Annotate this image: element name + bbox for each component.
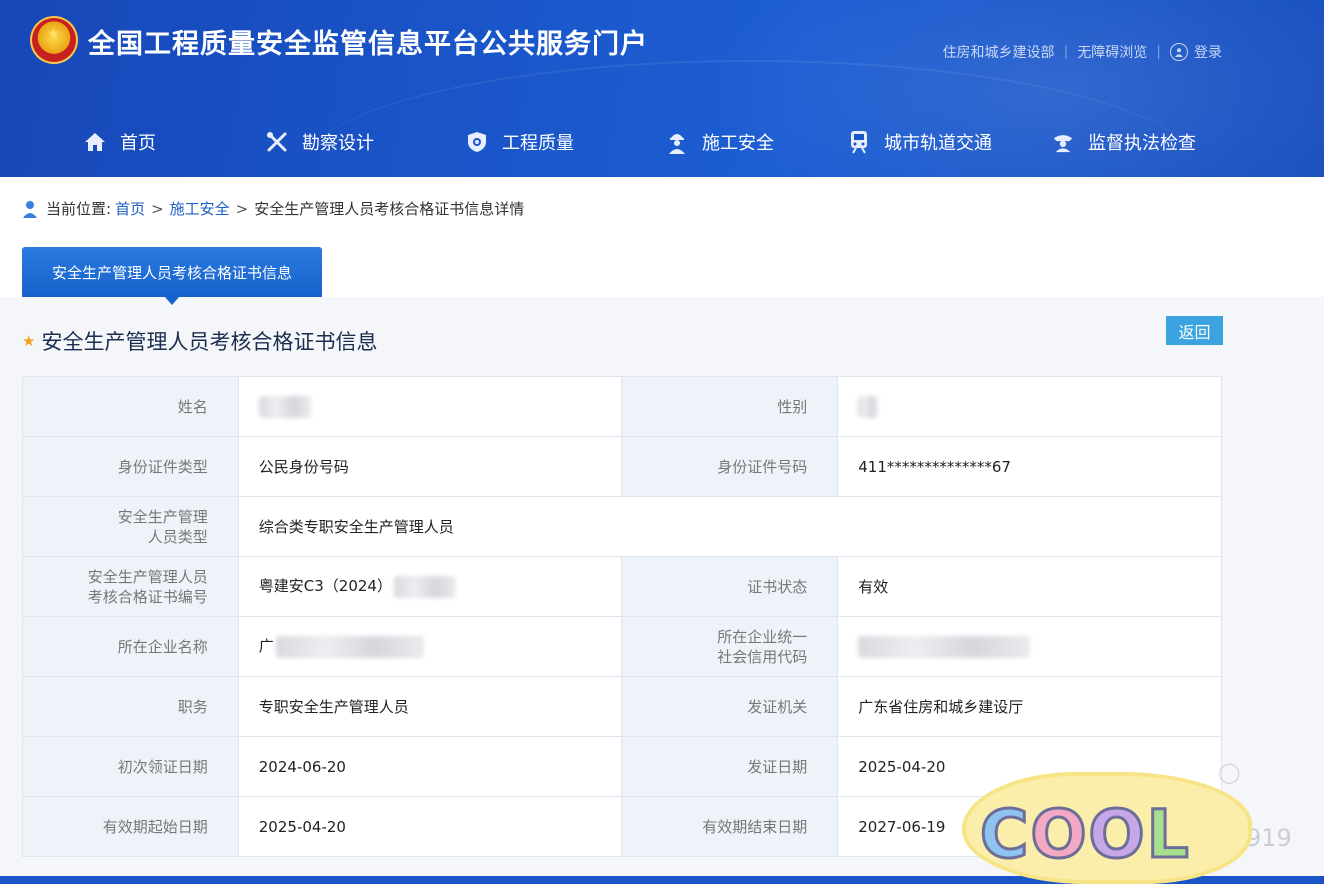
location-person-icon (22, 200, 38, 218)
cert-number-label: 安全生产管理人员 考核合格证书编号 (22, 556, 239, 617)
cert-status-value: 有效 (837, 556, 1222, 617)
officer-icon (1052, 131, 1074, 153)
nav-label: 首页 (120, 133, 156, 154)
gender-label: 性别 (621, 376, 839, 437)
worker-icon (666, 131, 688, 154)
name-value-redacted (237, 376, 623, 437)
tab-certificate-info[interactable]: 安全生产管理人员考核合格证书信息 (22, 247, 322, 305)
nav-label: 监督执法检查 (1088, 133, 1196, 154)
login-link[interactable]: 登录 (1194, 42, 1222, 62)
nav-item-rail-transit[interactable]: 城市轨道交通 (848, 118, 992, 166)
valid-start-value: 2025-04-20 (237, 796, 623, 857)
link-ministry[interactable]: 住房和城乡建设部 (943, 42, 1055, 62)
table-row: 所在企业名称 广 所在企业统一 社会信用代码 (22, 616, 1222, 677)
home-icon (84, 131, 106, 153)
nav-label: 勘察设计 (302, 133, 374, 154)
watermark-digits: 919 (1246, 824, 1292, 852)
nav-item-construction-safety[interactable]: 施工安全 (666, 118, 774, 166)
back-button[interactable]: 返回 (1166, 316, 1223, 345)
link-accessibility[interactable]: 无障碍浏览 (1077, 42, 1147, 62)
tools-icon (266, 131, 288, 153)
company-name-label: 所在企业名称 (22, 616, 239, 677)
issuer-label: 发证机关 (621, 676, 839, 737)
valid-start-label: 有效期起始日期 (22, 796, 239, 857)
id-type-label: 身份证件类型 (22, 436, 239, 497)
person-type-value: 综合类专职安全生产管理人员 (237, 496, 1223, 557)
breadcrumb-separator: > (151, 199, 164, 218)
breadcrumb-home-link[interactable]: 首页 (115, 198, 145, 219)
id-number-value: 411**************67 (837, 436, 1222, 497)
sticker-letter: C (978, 795, 1031, 875)
table-row: 安全生产管理人员 考核合格证书编号 粤建安C3（2024） 证书状态 有效 (22, 556, 1222, 617)
cert-number-label-line1: 安全生产管理人员 (87, 567, 208, 586)
sticker-text: COOL (978, 795, 1191, 875)
issuer-value: 广东省住房和城乡建设厅 (837, 676, 1222, 737)
site-title[interactable]: 全国工程质量安全监管信息平台公共服务门户 (88, 22, 648, 61)
divider: | (1063, 44, 1069, 60)
shield-icon (466, 131, 488, 153)
first-issue-date-value: 2024-06-20 (237, 736, 623, 797)
top-links: 住房和城乡建设部 | 无障碍浏览 | 登录 (943, 42, 1222, 62)
nav-item-supervision[interactable]: 监督执法检查 (1052, 118, 1196, 166)
table-row: 身份证件类型 公民身份号码 身份证件号码 411**************67 (22, 436, 1222, 497)
section-title-text: 安全生产管理人员考核合格证书信息 (41, 330, 378, 354)
person-type-label-line2: 人员类型 (147, 527, 208, 546)
id-type-value: 公民身份号码 (237, 436, 623, 497)
table-row: 职务 专职安全生产管理人员 发证机关 广东省住房和城乡建设厅 (22, 676, 1222, 737)
cert-number-value: 粤建安C3（2024） (237, 556, 623, 617)
credit-code-label-line1: 所在企业统一 (717, 627, 808, 646)
nav-item-quality[interactable]: 工程质量 (466, 118, 574, 166)
first-issue-date-label: 初次领证日期 (22, 736, 239, 797)
divider: | (1156, 44, 1161, 60)
national-emblem-logo[interactable]: ★ (30, 16, 78, 64)
sticker-letter: O (1029, 795, 1089, 875)
user-icon[interactable] (1170, 43, 1188, 61)
credit-code-label-line2: 社会信用代码 (717, 647, 808, 666)
breadcrumb-prefix: 当前位置: (46, 200, 112, 218)
valid-end-label: 有效期结束日期 (621, 796, 839, 857)
table-row: 安全生产管理 人员类型 综合类专职安全生产管理人员 (22, 496, 1223, 557)
train-icon (848, 131, 870, 154)
person-type-label-line1: 安全生产管理 (117, 507, 208, 526)
person-type-label: 安全生产管理 人员类型 (22, 496, 239, 557)
id-number-label: 身份证件号码 (621, 436, 839, 497)
issue-date-label: 发证日期 (621, 736, 839, 797)
main-nav: 首页 勘察设计 工程质量 施工安全 城市轨道交通 监督执法检查 (0, 118, 1324, 166)
star-icon: ★ (22, 332, 36, 350)
cool-sticker: COOL (962, 772, 1252, 884)
cert-status-label: 证书状态 (621, 556, 839, 617)
nav-label: 工程质量 (502, 133, 574, 154)
gender-value-redacted (837, 376, 1222, 437)
nav-item-home[interactable]: 首页 (84, 118, 156, 166)
breadcrumb-section-link[interactable]: 施工安全 (170, 198, 230, 219)
position-value: 专职安全生产管理人员 (237, 676, 623, 737)
breadcrumb-separator: > (235, 199, 249, 218)
credit-code-value-redacted (837, 616, 1222, 677)
position-label: 职务 (22, 676, 239, 737)
site-header: ★ 全国工程质量安全监管信息平台公共服务门户 住房和城乡建设部 | 无障碍浏览 … (0, 0, 1324, 177)
cert-number-text: 粤建安C3（2024） (258, 577, 392, 596)
breadcrumb: 当前位置: 首页 > 施工安全 > 安全生产管理人员考核合格证书信息详情 (22, 198, 524, 219)
nav-label: 施工安全 (702, 133, 774, 154)
company-name-value: 广 (237, 616, 623, 677)
sticker-letter: L (1145, 795, 1191, 875)
section-title: ★ 安全生产管理人员考核合格证书信息 (22, 326, 377, 356)
name-label: 姓名 (22, 376, 239, 437)
table-row: 姓名 性别 (22, 376, 1222, 437)
nav-item-survey-design[interactable]: 勘察设计 (266, 118, 374, 166)
cert-number-label-line2: 考核合格证书编号 (87, 587, 208, 606)
credit-code-label: 所在企业统一 社会信用代码 (621, 616, 839, 677)
breadcrumb-current: 安全生产管理人员考核合格证书信息详情 (254, 200, 525, 218)
company-name-text: 广 (258, 637, 274, 656)
nav-label: 城市轨道交通 (884, 133, 992, 154)
sticker-letter: O (1087, 795, 1147, 875)
